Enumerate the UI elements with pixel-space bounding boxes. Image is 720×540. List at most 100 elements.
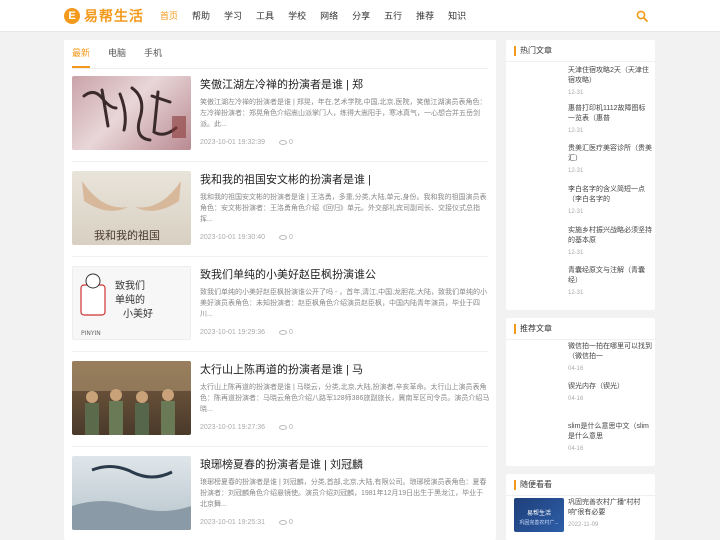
views-count: 0 (289, 329, 293, 336)
article-item[interactable]: 太行山上陈再道的扮演者是谁 | 马 太行山上陈再道的扮演者是谁 | 马晓云，分类… (72, 361, 492, 451)
eye-icon (279, 140, 287, 145)
article-meta: 2023-10-01 19:25:31 0 (200, 519, 293, 526)
article-views: 0 (279, 424, 293, 431)
article-divider (72, 446, 488, 447)
article-title[interactable]: 琅琊榜夏春的扮演者是谁 | 刘冠麟 (200, 456, 490, 472)
article-views: 0 (279, 519, 293, 526)
tab-computer[interactable]: 电脑 (108, 40, 126, 68)
hot-article-item[interactable]: 天津住宿攻略2天（天津住宿攻略） 12-31 (568, 66, 652, 96)
article-thumbnail[interactable]: 我和我的祖国 (72, 171, 191, 245)
article-title[interactable]: 太行山上陈再道的扮演者是谁 | 马 (200, 361, 490, 377)
article-title[interactable]: 笑傲江湖左冷禅的扮演者是谁 | 郑 (200, 76, 490, 92)
hot-article-item[interactable]: 贵美汇医疗美容诊所（贵美汇） 12-31 (568, 144, 652, 174)
nav-item-network[interactable]: 网络 (314, 0, 344, 32)
article-title[interactable]: 我和我的祖国安文彬的扮演者是谁 | (200, 171, 490, 187)
random-article-item[interactable]: 巩固完善农村广播“村村响”很有必要 2022-11-09 (568, 498, 652, 528)
recommended-article-title[interactable]: 微信拍一拍在哪里可以找到（微信拍一 (568, 342, 652, 362)
nav-item-school[interactable]: 学校 (282, 0, 312, 32)
nav-item-study[interactable]: 学习 (218, 0, 248, 32)
widget-title: 推荐文章 (520, 324, 552, 333)
logo-text: 易帮生活 (84, 9, 144, 25)
widget-accent-bar (514, 324, 516, 334)
widget-accent-bar (514, 480, 516, 490)
nav-item-help[interactable]: 帮助 (186, 0, 216, 32)
widget-title: 随便看看 (520, 480, 552, 489)
article-list-panel: 最新 电脑 手机 笑傲江湖左冷禅的扮演者是谁 | 郑 笑傲江湖左冷禅的扮演者是谁… (64, 40, 496, 540)
recommended-article-title[interactable]: slim是什么意思中文（slim是什么意思 (568, 422, 652, 442)
logo-text: 易帮生活 (526, 511, 551, 517)
recommended-article-item[interactable]: 锲光内存（锲光） 04-16 (568, 382, 652, 402)
calligraphy-image (82, 86, 186, 142)
article-excerpt: 我和我的祖国安文彬的扮演者是谁 | 王洛勇，多重,分类,大陆,单元,身份。我和我… (200, 194, 487, 223)
poster-image (72, 465, 191, 530)
hot-article-title[interactable]: 惠普打印机1112故障图标一览表（惠普 (568, 104, 652, 124)
eye-icon (279, 520, 287, 525)
article-divider (72, 256, 488, 257)
article-thumbnail[interactable] (72, 456, 191, 530)
tab-latest[interactable]: 最新 (72, 40, 91, 68)
illustration-image: 致我们 单纯的 小美好 PINYIN (80, 273, 153, 337)
article-title[interactable]: 致我们单纯的小美好赵臣枫扮演谁公 (200, 266, 490, 282)
hot-article-date: 12-31 (568, 168, 584, 174)
nav-item-recommend[interactable]: 推荐 (410, 0, 440, 32)
article-date: 2023-10-01 19:32:39 (200, 139, 265, 146)
search-icon[interactable] (636, 10, 648, 22)
eye-icon (279, 425, 287, 430)
article-date: 2023-10-01 19:29:36 (200, 329, 265, 336)
recommended-article-date: 04-16 (568, 366, 584, 372)
random-article-title[interactable]: 巩固完善农村广播“村村响”很有必要 (568, 498, 652, 518)
main-nav: 首页 帮助 学习 工具 学校 网络 分享 五行 推荐 知识 (154, 0, 474, 32)
article-excerpt: 致我们单纯的小美好赵臣枫扮演谁公开了吗 - ，首年,清江,中国,龙胆花,大陆，致… (200, 289, 487, 318)
hot-article-item[interactable]: 实施乡村振兴战略必须坚持的基本原 12-31 (568, 226, 652, 256)
category-tabs: 最新 电脑 手机 (72, 40, 180, 68)
site-logo[interactable]: E 易帮生活 (64, 6, 144, 26)
article-date: 2023-10-01 19:25:31 (200, 519, 265, 526)
article-item[interactable]: 笑傲江湖左冷禅的扮演者是谁 | 郑 笑傲江湖左冷禅的扮演者是谁 | 郑晃，年在,… (72, 76, 492, 166)
nav-item-home[interactable]: 首页 (154, 0, 184, 32)
article-item[interactable]: 致我们 单纯的 小美好 PINYIN 致我们单纯的小美好赵臣枫扮演谁公 致我们单… (72, 266, 492, 356)
hot-article-item[interactable]: 青囊经原文与注解（青囊经） 12-31 (568, 266, 652, 296)
nav-item-wuxing[interactable]: 五行 (378, 0, 408, 32)
views-count: 0 (289, 519, 293, 526)
hot-article-date: 12-31 (568, 209, 584, 215)
nav-item-knowledge[interactable]: 知识 (442, 0, 472, 32)
hot-article-date: 12-31 (568, 90, 584, 96)
hot-article-title[interactable]: 实施乡村振兴战略必须坚持的基本原 (568, 226, 652, 246)
hot-article-title[interactable]: 贵美汇医疗美容诊所（贵美汇） (568, 144, 652, 164)
widget-header: 推荐文章 (506, 318, 655, 340)
article-thumbnail[interactable]: 致我们 单纯的 小美好 PINYIN (72, 266, 191, 340)
hot-article-title[interactable]: 青囊经原文与注解（青囊经） (568, 266, 652, 286)
soldiers-image (72, 361, 191, 435)
random-article-thumbnail[interactable]: 易帮生活 巩固完善农村广... (514, 498, 564, 532)
article-item[interactable]: 琅琊榜夏春的扮演者是谁 | 刘冠麟 琅琊榜夏春的扮演者是谁 | 刘冠麟，分类,首… (72, 456, 492, 540)
article-thumbnail[interactable] (72, 361, 191, 435)
hot-article-title[interactable]: 天津住宿攻略2天（天津住宿攻略） (568, 66, 652, 86)
tabs-divider (72, 68, 488, 69)
tab-phone[interactable]: 手机 (144, 40, 162, 68)
article-divider (72, 351, 488, 352)
widget-accent-bar (514, 46, 516, 56)
hands-image: 我和我的祖国 (82, 181, 181, 242)
article-views: 0 (279, 329, 293, 336)
nav-item-tools[interactable]: 工具 (250, 0, 280, 32)
widget-header: 随便看看 (506, 474, 655, 496)
recommended-article-title[interactable]: 锲光内存（锲光） (568, 382, 652, 392)
nav-item-share[interactable]: 分享 (346, 0, 376, 32)
hot-article-title[interactable]: 李白名字的含义简短一点（李白名字的 (568, 185, 652, 205)
recommended-article-item[interactable]: slim是什么意思中文（slim是什么意思 04-16 (568, 422, 652, 452)
article-thumbnail[interactable] (72, 76, 191, 150)
recommended-article-item[interactable]: 微信拍一拍在哪里可以找到（微信拍一 04-16 (568, 342, 652, 372)
article-meta: 2023-10-01 19:32:39 0 (200, 139, 293, 146)
hot-article-date: 12-31 (568, 128, 584, 134)
hot-article-item[interactable]: 李白名字的含义简短一点（李白名字的 12-31 (568, 185, 652, 215)
site-header: E 易帮生活 首页 帮助 学习 工具 学校 网络 分享 五行 推荐 知识 (0, 0, 720, 32)
views-count: 0 (289, 424, 293, 431)
recommended-articles-widget: 推荐文章 微信拍一拍在哪里可以找到（微信拍一 04-16 锲光内存（锲光） 04… (506, 318, 655, 466)
hot-article-item[interactable]: 惠普打印机1112故障图标一览表（惠普 12-31 (568, 104, 652, 134)
article-excerpt: 笑傲江湖左冷禅的扮演者是谁 | 郑晃，年在,艺术学院,中国,北京,医院，笑傲江湖… (200, 99, 487, 128)
article-item[interactable]: 我和我的祖国 我和我的祖国安文彬的扮演者是谁 | 我和我的祖国安文彬的扮演者是谁… (72, 171, 492, 261)
widget-title: 热门文章 (520, 46, 552, 55)
article-meta: 2023-10-01 19:29:36 0 (200, 329, 293, 336)
article-views: 0 (279, 139, 293, 146)
hot-article-date: 12-31 (568, 290, 584, 296)
